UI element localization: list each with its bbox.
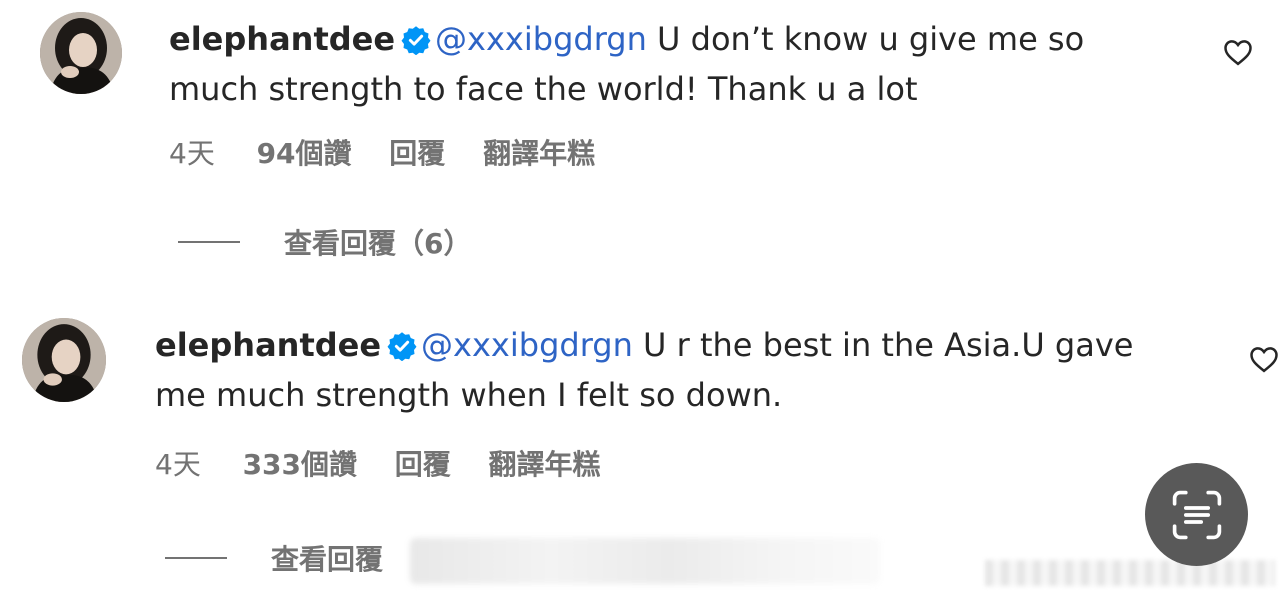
comments-screen: elephantdee @xxxibgdrgn U don’t know u gi… [0,0,1284,599]
text-scan-icon [1172,490,1221,539]
comment-meta: 4天 333個讚 回覆 翻譯年糕 [155,443,629,483]
divider-line [165,557,227,559]
text-scan-button[interactable] [1145,463,1248,566]
translate-button[interactable]: 翻譯年糕 [489,448,601,481]
watermark [985,560,1275,586]
comment-text-line1: U r the best in the Asia.U gave [632,326,1134,364]
reply-button[interactable]: 回覆 [395,448,451,481]
comment-2: elephantdee @xxxibgdrgn U r the best in t… [0,0,1284,599]
timestamp: 4天 [155,448,201,481]
redacted-overlay [410,538,880,584]
view-replies-button[interactable]: 查看回覆 [165,538,383,578]
verified-badge-icon [387,325,417,362]
username[interactable]: elephantdee [155,326,381,364]
mention-link[interactable]: @xxxibgdrgn [421,326,633,364]
avatar-photo [22,318,106,402]
avatar[interactable] [22,318,106,402]
comment-text: elephantdee @xxxibgdrgn U r the best in t… [155,320,1225,420]
heart-outline-icon[interactable] [1249,345,1279,373]
like-count[interactable]: 333個讚 [243,448,357,481]
view-replies-label: 查看回覆 [271,543,384,576]
comment-text-line2: me much strength when I felt so down. [155,376,783,414]
